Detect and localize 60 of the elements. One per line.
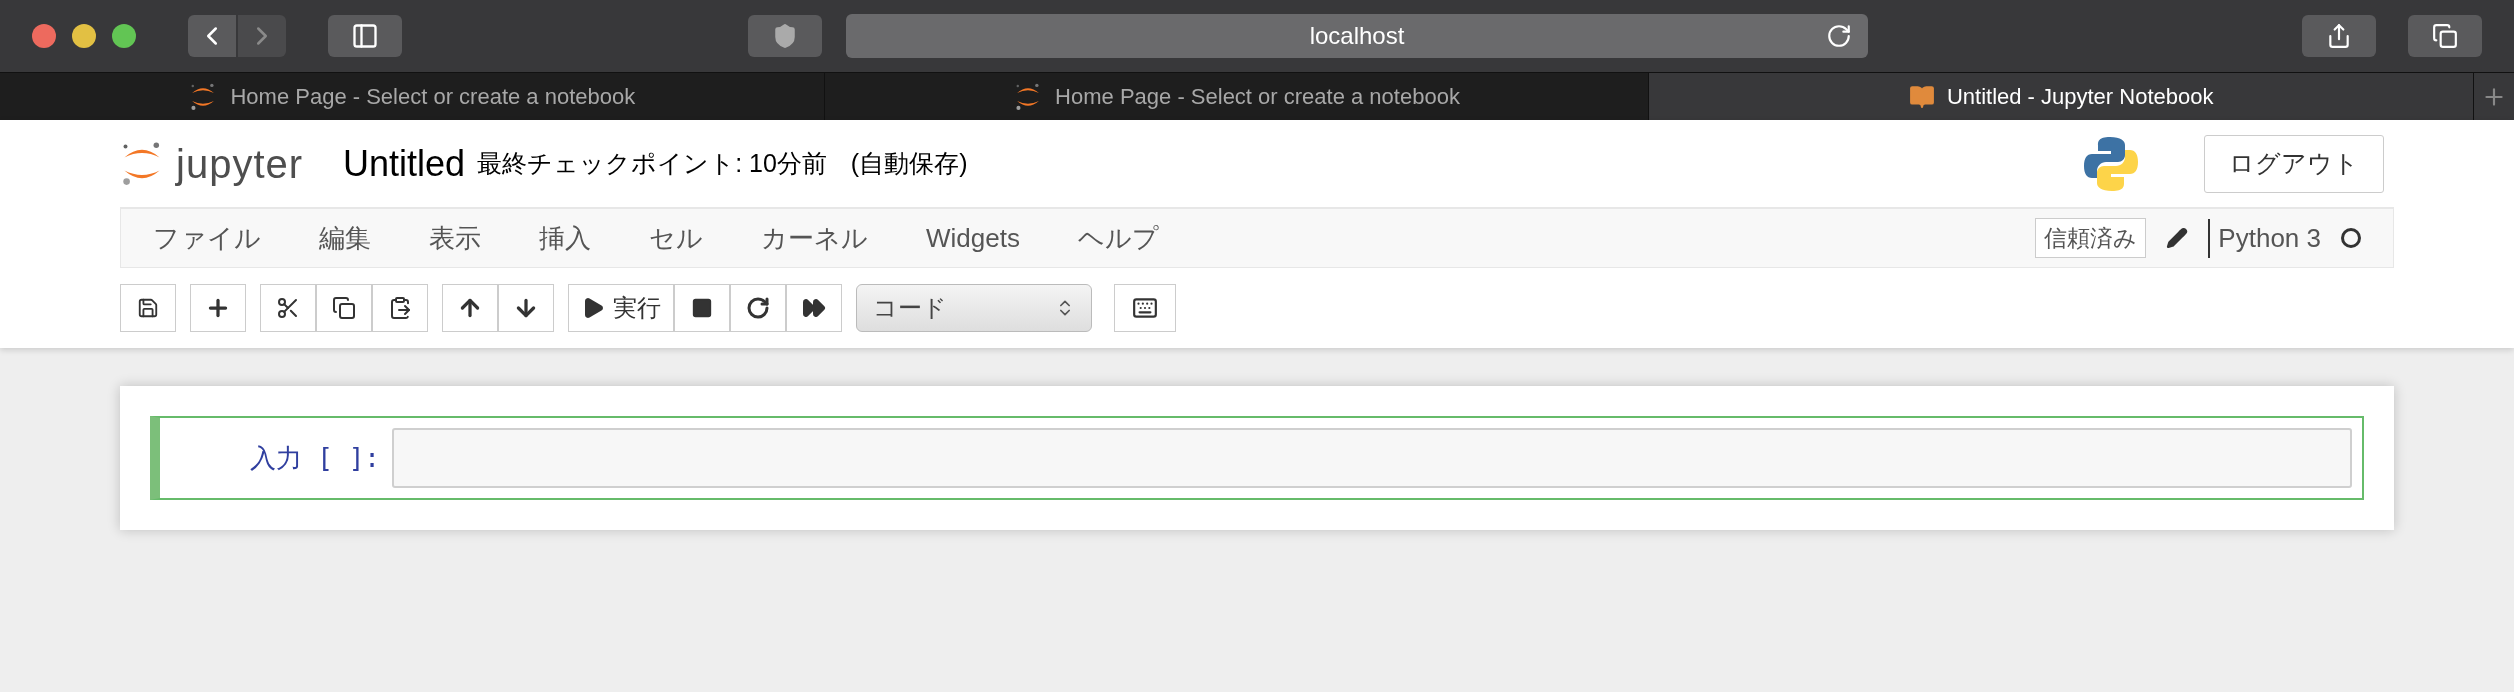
trusted-indicator[interactable]: 信頼済み	[2035, 217, 2147, 259]
insert-cell-button[interactable]	[190, 284, 246, 332]
menu-item[interactable]: Widgets	[926, 218, 1020, 258]
paste-button[interactable]	[372, 284, 428, 332]
share-button[interactable]	[2302, 15, 2376, 57]
keyboard-shortcuts-button[interactable]	[1114, 284, 1176, 332]
menu-item[interactable]: ファイル	[153, 218, 261, 258]
copy-icon	[332, 296, 356, 320]
restart-button[interactable]	[730, 284, 786, 332]
checkpoint-status: 最終チェックポイント: 10分前	[477, 147, 827, 179]
tabs-icon	[2432, 23, 2458, 49]
code-cell[interactable]: 入力 [ ]:	[150, 416, 2364, 500]
scissors-icon	[276, 296, 300, 320]
restart-icon	[746, 296, 770, 320]
menu-item[interactable]: 表示	[429, 218, 481, 258]
tabs-overview-button[interactable]	[2408, 15, 2482, 57]
address-bar[interactable]: localhost	[846, 14, 1868, 58]
run-button[interactable]: 実行	[568, 284, 674, 332]
fast-forward-icon	[802, 296, 826, 320]
keyboard-icon	[1132, 295, 1158, 321]
move-up-button[interactable]	[442, 284, 498, 332]
logout-button[interactable]: ログアウト	[2204, 134, 2384, 193]
maximize-window-icon[interactable]	[112, 24, 136, 48]
reload-icon[interactable]	[1826, 23, 1852, 49]
menu-item[interactable]: カーネル	[761, 218, 868, 258]
tab-title: Untitled - Jupyter Notebook	[1946, 83, 2214, 111]
pencil-icon	[2166, 227, 2189, 249]
cut-button[interactable]	[260, 284, 316, 332]
run-all-button[interactable]	[786, 284, 842, 332]
menu-item[interactable]: セル	[649, 218, 703, 258]
stop-icon	[691, 297, 713, 319]
sidebar-button[interactable]	[328, 15, 402, 57]
menu-item[interactable]: 編集	[319, 218, 371, 258]
notebook-name[interactable]: Untitled	[343, 136, 466, 191]
privacy-button[interactable]	[748, 15, 822, 57]
shield-icon	[772, 23, 798, 49]
jupyter-wordmark[interactable]: jupyter	[176, 133, 304, 194]
browser-tab[interactable]: Untitled - Jupyter Notebook	[1649, 73, 2474, 120]
back-button[interactable]	[188, 15, 236, 57]
stop-button[interactable]	[674, 284, 730, 332]
book-icon	[1908, 83, 1935, 110]
menu-item[interactable]: 挿入	[539, 218, 591, 258]
menu-item[interactable]: ヘルプ	[1077, 218, 1159, 258]
move-down-button[interactable]	[498, 284, 554, 332]
new-tab-button[interactable]	[2474, 73, 2514, 120]
python-logo-icon	[2082, 134, 2140, 193]
paste-icon	[388, 296, 412, 320]
autosave-status: (自動保存)	[850, 147, 968, 179]
input-prompt: 入力 [ ]:	[248, 441, 381, 475]
kernel-name: Python 3	[2208, 218, 2321, 258]
tab-title: Home Page - Select or create a notebook	[1055, 83, 1460, 111]
minimize-window-icon[interactable]	[72, 24, 96, 48]
share-icon	[2326, 23, 2352, 49]
tab-title: Home Page - Select or create a notebook	[230, 83, 636, 111]
sidebar-icon	[351, 22, 379, 50]
cell-type-select[interactable]: コード	[856, 284, 1092, 332]
close-window-icon[interactable]	[32, 24, 56, 48]
code-input-field[interactable]	[392, 428, 2352, 488]
save-button[interactable]	[120, 284, 176, 332]
copy-button[interactable]	[316, 284, 372, 332]
